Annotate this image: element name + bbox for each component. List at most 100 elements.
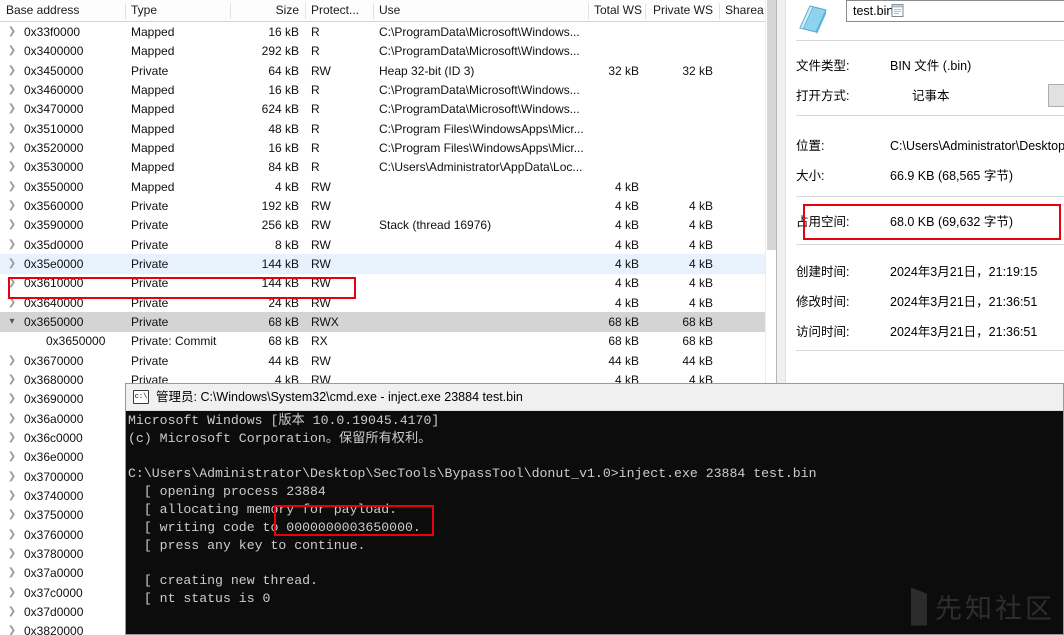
chevron-right-icon[interactable]: ❯ xyxy=(6,119,18,139)
column-header-total_ws[interactable]: Total WS xyxy=(588,0,645,21)
file-name-field[interactable]: test.bin xyxy=(846,0,1064,22)
chevron-right-icon[interactable]: ❯ xyxy=(6,505,18,525)
chevron-right-icon[interactable]: ❯ xyxy=(6,41,18,61)
cell-base: 0x3560000 xyxy=(24,198,84,213)
column-divider[interactable] xyxy=(125,3,126,19)
column-divider[interactable] xyxy=(719,3,720,19)
table-row[interactable]: ❯ 0x3590000 Private 256 kB RW Stack (thread 1… xyxy=(0,215,776,235)
table-row[interactable]: ❯ 0x35d0000 Private 8 kB RW 4 kB 4 kB xyxy=(0,235,776,255)
table-row[interactable]: 0x3650000 Private: Commit 68 kB RX 68 kB 68 k… xyxy=(0,331,776,351)
cell-size: 68 kB xyxy=(268,334,299,349)
scrollbar-thumb[interactable] xyxy=(767,0,776,250)
chevron-right-icon[interactable]: ❯ xyxy=(6,254,18,274)
chevron-right-icon[interactable]: ❯ xyxy=(6,215,18,235)
table-row[interactable]: ❯ 0x3530000 Mapped 84 kB R C:\Users\Administr… xyxy=(0,157,776,177)
cell-base: 0x3780000 xyxy=(24,546,84,561)
table-row[interactable]: ❯ 0x3450000 Private 64 kB RW Heap 32-bit (ID … xyxy=(0,61,776,81)
console-output[interactable]: Microsoft Windows [版本 10.0.19045.4170] (c… xyxy=(126,411,1063,634)
column-divider[interactable] xyxy=(645,3,646,19)
property-row: 位置: C:\Users\Administrator\Desktop xyxy=(786,136,1064,156)
property-label: 访问时间: xyxy=(796,325,850,339)
chevron-down-icon[interactable]: ▾ xyxy=(6,312,18,332)
table-row[interactable]: ❯ 0x3560000 Private 192 kB RW 4 kB 4 kB xyxy=(0,196,776,216)
cmd-title-bar[interactable]: c:\ 管理员: C:\Windows\System32\cmd.exe - i… xyxy=(126,384,1063,411)
chevron-right-icon[interactable]: ❯ xyxy=(6,525,18,545)
chevron-right-icon[interactable]: ❯ xyxy=(6,99,18,119)
console-line: [ writing code to 0000000003650000. xyxy=(128,519,421,535)
table-row[interactable]: ❯ 0x35e0000 Private 144 kB RW 4 kB 4 kB xyxy=(0,253,776,274)
chevron-right-icon[interactable]: ❯ xyxy=(6,157,18,177)
chevron-right-icon[interactable]: ❯ xyxy=(6,351,18,371)
column-divider[interactable] xyxy=(305,3,306,19)
minimize-button[interactable] xyxy=(925,384,971,411)
maximize-button[interactable] xyxy=(971,384,1017,411)
cell-protect: RWX xyxy=(311,314,339,329)
column-header-private_ws[interactable]: Private WS xyxy=(645,0,719,21)
column-header-type[interactable]: Type xyxy=(125,0,230,21)
console-line: Microsoft Windows [版本 10.0.19045.4170] xyxy=(128,413,440,428)
chevron-right-icon[interactable]: ❯ xyxy=(6,389,18,409)
table-row[interactable]: ❯ 0x3520000 Mapped 16 kB R C:\Program Files\W… xyxy=(0,138,776,158)
chevron-right-icon[interactable]: ❯ xyxy=(6,544,18,564)
chevron-right-icon[interactable]: ❯ xyxy=(6,447,18,467)
table-row[interactable]: ❯ 0x3460000 Mapped 16 kB R C:\ProgramData\Mic… xyxy=(0,80,776,100)
chevron-right-icon[interactable]: ❯ xyxy=(6,196,18,216)
chevron-right-icon[interactable]: ❯ xyxy=(6,177,18,197)
chevron-right-icon[interactable]: ❯ xyxy=(6,138,18,158)
chevron-right-icon[interactable]: ❯ xyxy=(6,486,18,506)
cell-base: 0x35e0000 xyxy=(24,256,84,271)
chevron-right-icon[interactable]: ❯ xyxy=(6,563,18,583)
cell-size: 292 kB xyxy=(261,44,299,59)
table-row[interactable]: ❯ 0x3550000 Mapped 4 kB RW 4 kB xyxy=(0,177,776,197)
chevron-right-icon[interactable]: ❯ xyxy=(6,61,18,81)
cell-base: 0x3670000 xyxy=(24,353,84,368)
command-prompt-window[interactable]: c:\ 管理员: C:\Windows\System32\cmd.exe - i… xyxy=(125,383,1064,635)
property-value: 2024年3月21日，21:19:15 xyxy=(890,265,1038,279)
cell-protect: RW xyxy=(311,63,331,78)
chevron-right-icon[interactable]: ❯ xyxy=(6,235,18,255)
column-divider[interactable] xyxy=(588,3,589,19)
table-row[interactable]: ❯ 0x33f0000 Mapped 16 kB R C:\ProgramData\Mic… xyxy=(0,22,776,42)
chevron-right-icon[interactable]: ❯ xyxy=(6,409,18,429)
column-header-shareable_ws[interactable]: Sharea xyxy=(719,0,769,21)
chevron-right-icon[interactable]: ❯ xyxy=(6,428,18,448)
column-divider[interactable] xyxy=(373,3,374,19)
chevron-right-icon[interactable]: ❯ xyxy=(6,583,18,603)
chevron-right-icon[interactable]: ❯ xyxy=(6,370,18,390)
cell-private_ws: 4 kB xyxy=(688,218,713,233)
column-header-size[interactable]: Size xyxy=(230,0,305,21)
cell-use: C:\ProgramData\Microsoft\Windows... xyxy=(379,102,580,117)
chevron-right-icon[interactable]: ❯ xyxy=(6,467,18,487)
cell-use: C:\Program Files\WindowsApps\Micr... xyxy=(379,140,584,155)
column-header-protect[interactable]: Protect... xyxy=(305,0,373,21)
table-row[interactable]: ❯ 0x3670000 Private 44 kB RW 44 kB 44 kB xyxy=(0,351,776,371)
cell-private_ws: 32 kB xyxy=(682,63,713,78)
memory-list-header[interactable]: Base address Type Size Protect... Use Total W… xyxy=(0,0,776,22)
column-header-base[interactable]: Base address xyxy=(0,0,125,21)
close-button[interactable] xyxy=(1017,384,1063,411)
notepad-icon xyxy=(891,4,904,17)
cell-size: 68 kB xyxy=(268,314,299,329)
cell-protect: RW xyxy=(311,256,331,271)
property-row: 修改时间: 2024年3月21日，21:36:51 xyxy=(786,292,1064,312)
cell-size: 624 kB xyxy=(261,102,299,117)
table-row[interactable]: ❯ 0x3510000 Mapped 48 kB R C:\Program Files\W… xyxy=(0,119,776,139)
cell-protect: R xyxy=(311,160,320,175)
file-properties-body: test.bin 文件类型: BIN 文件 (.bin) 打开方式: 记事本 位置: C:… xyxy=(785,0,1064,384)
table-row[interactable]: ❯ 0x3400000 Mapped 292 kB R C:\ProgramData\Mi… xyxy=(0,41,776,61)
table-row[interactable]: ❯ 0x3470000 Mapped 624 kB R C:\ProgramData\Mi… xyxy=(0,99,776,119)
property-label: 位置: xyxy=(796,139,825,153)
cell-protect: RX xyxy=(311,334,328,349)
cell-size: 64 kB xyxy=(268,63,299,78)
table-row[interactable]: ▾ 0x3650000 Private 68 kB RWX 68 kB 68 kB xyxy=(0,311,776,332)
chevron-right-icon[interactable]: ❯ xyxy=(6,22,18,42)
property-row: 创建时间: 2024年3月21日，21:19:15 xyxy=(786,262,1064,282)
chevron-right-icon[interactable]: ❯ xyxy=(6,602,18,622)
cell-type: Mapped xyxy=(131,102,175,117)
cell-protect: R xyxy=(311,140,320,155)
chevron-right-icon[interactable]: ❯ xyxy=(6,80,18,100)
column-divider[interactable] xyxy=(230,3,231,19)
column-header-use[interactable]: Use xyxy=(373,0,588,21)
chevron-right-icon[interactable]: ❯ xyxy=(6,621,18,635)
property-label: 文件类型: xyxy=(796,59,850,73)
